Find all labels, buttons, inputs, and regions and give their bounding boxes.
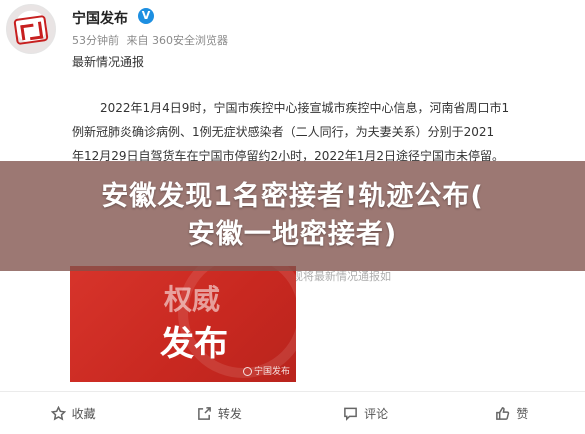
post-meta: 53分钟前 来自 360安全浏览器 (72, 32, 232, 48)
headline-line-1: 安徽发现1名密接者!轨迹公布( (101, 181, 484, 212)
verified-badge-icon: V (138, 8, 154, 24)
stamp-word-authority: 权威 (164, 283, 221, 316)
avatar[interactable] (6, 4, 56, 54)
report-title: 最新情况通报 (72, 55, 145, 69)
post-source: 来自 360安全浏览器 (126, 34, 229, 47)
stamp-word-release: 发布 (160, 324, 228, 364)
article-line: 例新冠肺炎确诊病例、1例无症状感染者（二人同行，为夫妻关系）分别于2021 (72, 125, 495, 139)
post-time[interactable]: 53分钟前 (72, 34, 119, 47)
article-body: 2022年1月4日9时，宁国市疾控中心接宣城市疾控中心信息，河南省周口市1 例新… (72, 96, 572, 168)
headline-line-2: 安徽一地密接者) (187, 219, 398, 250)
headline-banner: 安徽发现1名密接者!轨迹公布( 安徽一地密接者) (0, 161, 585, 271)
watermark-text: 宁国发布 (253, 367, 290, 377)
avatar-logo-icon (13, 14, 49, 46)
image-watermark: 宁国发布 (242, 364, 290, 377)
article-line: 2022年1月4日9时，宁国市疾控中心接宣城市疾控中心信息，河南省周口市1 (100, 101, 510, 115)
like-label: 赞 (516, 406, 529, 421)
favorite-label: 收藏 (71, 406, 96, 421)
thumbs-up-icon (496, 406, 510, 420)
authority-release-graphic: 权威 发布 (158, 266, 296, 378)
weibo-logo-icon (242, 367, 252, 376)
action-bar: 收藏 转发 评论 赞 (0, 398, 585, 428)
repost-label: 转发 (217, 406, 242, 421)
like-button[interactable]: 赞 (439, 398, 585, 428)
divider (0, 391, 585, 392)
repost-button[interactable]: 转发 (146, 398, 292, 428)
author-name[interactable]: 宁国发布 (72, 8, 128, 28)
comment-icon (344, 407, 357, 421)
comment-label: 评论 (364, 406, 389, 421)
comment-button[interactable]: 评论 (293, 398, 439, 428)
repost-icon (197, 406, 211, 420)
favorite-button[interactable]: 收藏 (0, 398, 146, 428)
post-image[interactable]: 权威 发布 宁国发布 (70, 266, 296, 382)
star-icon (50, 405, 66, 420)
